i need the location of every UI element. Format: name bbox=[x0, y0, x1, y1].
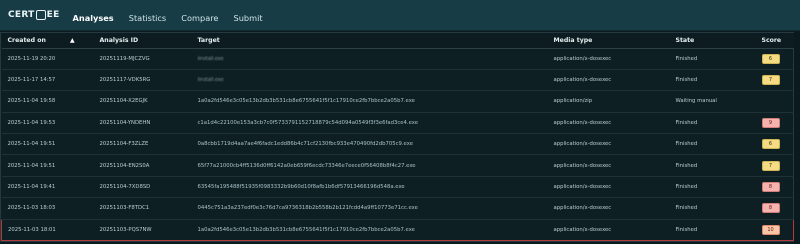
cell-state: Finished bbox=[669, 176, 756, 199]
cell-target[interactable]: 1a0a2fd546e3c05e13b2db3b531cb8e6755641f5… bbox=[191, 90, 548, 113]
cell-score bbox=[755, 90, 794, 113]
logo-text-left: CERT bbox=[8, 10, 35, 20]
cell-created-on: 2025-11-17 14:57 bbox=[1, 69, 94, 92]
cell-target[interactable]: iinstall.exe bbox=[191, 69, 548, 92]
cell-score: 8 bbox=[755, 197, 794, 220]
cell-target[interactable]: 63545fa195488f51935f0983332b9b60d10f8afb… bbox=[191, 176, 548, 199]
cell-target[interactable]: c1a1d4c22100e153a3cb7c0f5733791152718879… bbox=[191, 112, 548, 135]
score-badge: 6 bbox=[761, 139, 780, 150]
cell-created-on: 2025-11-03 18:01 bbox=[1, 218, 94, 242]
cell-analysis-id[interactable]: 20251104-7XD8SD bbox=[93, 176, 192, 199]
score-badge: 10 bbox=[761, 224, 780, 235]
cell-target[interactable]: 1a0a2fd546e3c05e13b2db3b531cb8e6755641f5… bbox=[191, 218, 548, 242]
cell-analysis-id[interactable]: 20251104-F3ZLZE bbox=[93, 133, 192, 156]
cell-created-on: 2025-11-03 18:03 bbox=[1, 197, 94, 220]
main-nav: Analyses Statistics Compare Submit bbox=[68, 6, 268, 25]
score-badge: 8 bbox=[761, 203, 780, 214]
cell-state: Finished bbox=[669, 197, 756, 220]
cell-state: Finished bbox=[669, 218, 756, 242]
cell-analysis-id[interactable]: 20251103-F8TDC1 bbox=[93, 197, 192, 220]
table-row[interactable]: 2025-11-03 18:01 20251103-PQS7NW 1a0a2fd54… bbox=[1, 218, 794, 242]
cell-media-type: application/x-dosexec bbox=[547, 218, 670, 242]
cell-state: Finished bbox=[669, 112, 756, 135]
cell-analysis-id[interactable]: 20251117-VDK5RG bbox=[93, 69, 192, 92]
col-media-type[interactable]: Media type bbox=[547, 33, 670, 49]
nav-submit[interactable]: Submit bbox=[234, 13, 263, 23]
cell-media-type: application/x-dosexec bbox=[547, 69, 670, 92]
cell-media-type: application/x-dosexec bbox=[547, 48, 670, 70]
cell-score: 7 bbox=[755, 154, 794, 177]
cell-media-type: application/x-dosexec bbox=[547, 112, 670, 135]
cell-score: 7 bbox=[755, 69, 794, 92]
cell-media-type: application/x-dosexec bbox=[547, 133, 670, 156]
table-row[interactable]: 2025-11-04 19:58 20251104-X2EGJK 1a0a2fd54… bbox=[1, 90, 794, 113]
col-state[interactable]: State bbox=[669, 33, 756, 49]
cell-state: Finished bbox=[669, 69, 756, 92]
col-score[interactable]: Score bbox=[755, 33, 794, 49]
table-header-row: Created on ▲ Analysis ID Target Media ty… bbox=[1, 33, 794, 49]
cell-analysis-id[interactable]: 20251104-X2EGJK bbox=[93, 90, 192, 113]
cell-score: 6 bbox=[755, 133, 794, 156]
table-row[interactable]: 2025-11-19 20:20 20251119-MJCZVG iinstall.… bbox=[1, 48, 794, 70]
logo-text-right: EE bbox=[46, 10, 60, 20]
cell-created-on: 2025-11-19 20:20 bbox=[1, 48, 94, 70]
cell-analysis-id[interactable]: 20251104-EN2S0A bbox=[93, 154, 192, 177]
cell-target[interactable]: iinstall.exe bbox=[191, 48, 548, 70]
table-row[interactable]: 2025-11-04 19:51 20251104-EN2S0A 65f77a210… bbox=[1, 154, 794, 177]
cell-created-on: 2025-11-04 19:51 bbox=[1, 133, 94, 156]
analyses-table: Created on ▲ Analysis ID Target Media ty… bbox=[1, 33, 794, 242]
cell-state: Finished bbox=[669, 48, 756, 70]
cell-score: 8 bbox=[755, 176, 794, 199]
table-row[interactable]: 2025-11-17 14:57 20251117-VDK5RG iinstall.… bbox=[1, 69, 794, 92]
cell-media-type: application/x-dosexec bbox=[547, 176, 670, 199]
cell-analysis-id[interactable]: 20251119-MJCZVG bbox=[93, 48, 192, 70]
score-badge: 6 bbox=[761, 53, 780, 64]
cell-created-on: 2025-11-04 19:41 bbox=[1, 176, 94, 199]
table-row[interactable]: 2025-11-04 19:41 20251104-7XD8SD 63545fa19… bbox=[1, 176, 794, 199]
cell-created-on: 2025-11-04 19:53 bbox=[1, 112, 94, 135]
top-navigation-bar: CERT EE Analyses Statistics Compare Subm… bbox=[0, 0, 800, 31]
col-created-on[interactable]: Created on ▲ bbox=[1, 33, 94, 49]
cell-score: 9 bbox=[755, 112, 794, 135]
cell-media-type: application/x-dosexec bbox=[547, 197, 670, 220]
nav-analyses[interactable]: Analyses bbox=[73, 13, 114, 23]
cell-analysis-id[interactable]: 20251103-PQS7NW bbox=[93, 218, 192, 242]
cert-ee-logo[interactable]: CERT EE bbox=[8, 10, 60, 20]
cell-state: Finished bbox=[669, 133, 756, 156]
cell-created-on: 2025-11-04 19:51 bbox=[1, 154, 94, 177]
cell-score: 6 bbox=[755, 48, 794, 70]
cell-state: Waiting manual bbox=[669, 90, 756, 113]
table-row[interactable]: 2025-11-04 19:51 20251104-F3ZLZE 0a8cbb171… bbox=[1, 133, 794, 156]
cell-analysis-id[interactable]: 20251104-YNDEHN bbox=[93, 112, 192, 135]
analyses-table-container: Created on ▲ Analysis ID Target Media ty… bbox=[0, 32, 794, 242]
cell-target[interactable]: 65f77a21000cb4ff5136d0ff6142a0eb659f6ecd… bbox=[191, 154, 548, 177]
cell-state: Finished bbox=[669, 154, 756, 177]
nav-statistics[interactable]: Statistics bbox=[129, 13, 166, 23]
table-row[interactable]: 2025-11-03 18:03 20251103-F8TDC1 0445c751a… bbox=[1, 197, 794, 220]
col-created-on-label: Created on bbox=[7, 36, 46, 44]
score-badge: 9 bbox=[761, 117, 780, 128]
score-badge: 7 bbox=[761, 75, 780, 86]
cell-score: 10 bbox=[755, 218, 794, 242]
score-badge: 7 bbox=[761, 160, 780, 171]
logo-box-icon bbox=[35, 10, 46, 20]
score-badge: 8 bbox=[761, 182, 780, 193]
col-analysis-id[interactable]: Analysis ID bbox=[93, 33, 192, 49]
nav-compare[interactable]: Compare bbox=[181, 13, 218, 23]
cell-created-on: 2025-11-04 19:58 bbox=[1, 90, 94, 113]
cell-media-type: application/x-dosexec bbox=[547, 154, 670, 177]
sort-ascending-icon[interactable]: ▲ bbox=[70, 37, 75, 44]
cell-media-type: application/zip bbox=[547, 90, 670, 113]
col-target[interactable]: Target bbox=[191, 33, 548, 49]
cell-target[interactable]: 0a8cbb1719d4aa7ae4f6fadc1edd86b4c71cf213… bbox=[191, 133, 548, 156]
cell-target[interactable]: 0445c751a3a237edf0e3c76d7ca9736318b2b558… bbox=[191, 197, 548, 220]
table-row[interactable]: 2025-11-04 19:53 20251104-YNDEHN c1a1d4c22… bbox=[1, 112, 794, 135]
